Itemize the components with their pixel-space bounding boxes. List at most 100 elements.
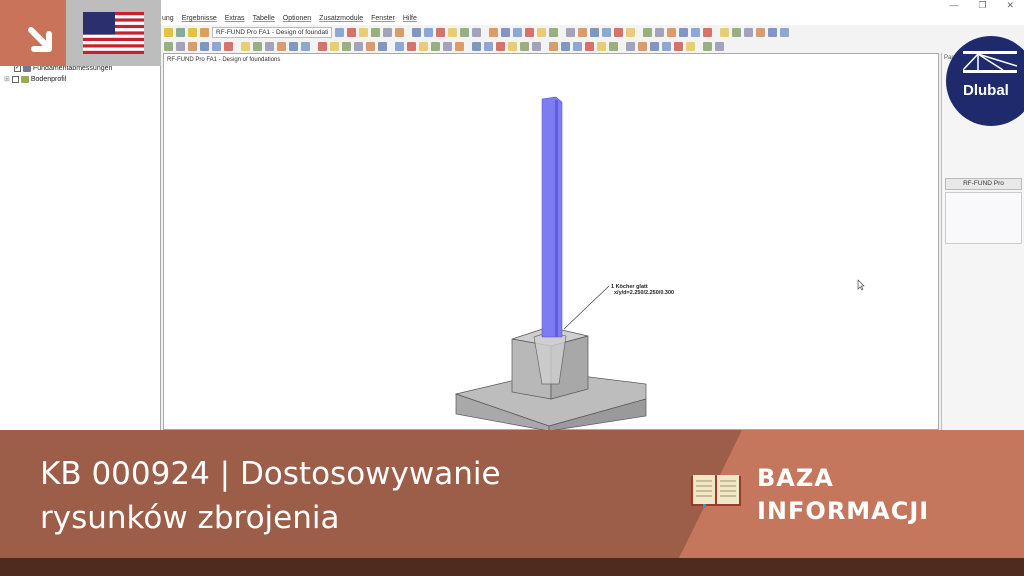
toolbar-icon[interactable] [626, 41, 635, 51]
toolbar-icon[interactable] [561, 41, 570, 51]
toolbar-icon[interactable] [513, 27, 522, 37]
toolbar-icon[interactable] [508, 41, 517, 51]
toolbar-icon[interactable] [691, 27, 700, 37]
toolbar-icon[interactable] [602, 27, 611, 37]
menu-item[interactable]: Fenster [371, 15, 395, 22]
toolbar-icon[interactable] [224, 41, 233, 51]
toolbar-icon[interactable] [662, 41, 671, 51]
load-case-select[interactable]: RF-FUND Pro FA1 - Design of foundati [212, 26, 332, 38]
toolbar-icon[interactable] [472, 41, 481, 51]
toolbar-icon[interactable] [354, 41, 363, 51]
toolbar-icon[interactable] [164, 41, 173, 51]
toolbar-icon[interactable] [638, 41, 647, 51]
toolbar-icon[interactable] [590, 27, 599, 37]
toolbar-icon[interactable] [455, 41, 464, 51]
toolbar-icon[interactable] [200, 41, 209, 51]
toolbar-icon[interactable] [176, 27, 185, 37]
toolbar-icon[interactable] [585, 41, 594, 51]
toolbar-icon[interactable] [715, 41, 724, 51]
toolbar-icon[interactable] [626, 27, 635, 37]
toolbar-icon[interactable] [566, 27, 575, 37]
toolbar-icon[interactable] [241, 41, 250, 51]
toolbar-icon[interactable] [686, 41, 695, 51]
toolbar-icon[interactable] [614, 27, 623, 37]
toolbar-icon[interactable] [330, 41, 339, 51]
tree-item-fundamentabmessungen[interactable]: ✓ Fundamentabmessungen [14, 65, 112, 72]
toolbar-icon[interactable] [756, 27, 765, 37]
toolbar-icon[interactable] [448, 27, 457, 37]
toolbar-icon[interactable] [407, 41, 416, 51]
toolbar-icon[interactable] [532, 41, 541, 51]
menu-item[interactable]: Extras [225, 15, 245, 22]
toolbar-icon[interactable] [431, 41, 440, 51]
toolbar-icon[interactable] [720, 27, 729, 37]
toolbar-icon[interactable] [383, 27, 392, 37]
toolbar-icon[interactable] [371, 27, 380, 37]
toolbar-icon[interactable] [412, 27, 421, 37]
toolbar-icon[interactable] [342, 41, 351, 51]
toolbar-icon[interactable] [419, 41, 428, 51]
toolbar-icon[interactable] [347, 27, 356, 37]
toolbar-icon[interactable] [335, 27, 344, 37]
toolbar-icon[interactable] [289, 41, 298, 51]
toolbar-icon[interactable] [176, 41, 185, 51]
toolbar-icon[interactable] [460, 27, 469, 37]
toolbar-icon[interactable] [674, 41, 683, 51]
toolbar-icon[interactable] [301, 41, 310, 51]
toolbar-icon[interactable] [188, 27, 197, 37]
toolbar-icon[interactable] [472, 27, 481, 37]
toolbar-icon[interactable] [768, 27, 777, 37]
toolbar-icon[interactable] [667, 27, 676, 37]
us-flag-icon[interactable] [83, 12, 144, 54]
toolbar-icon[interactable] [265, 41, 274, 51]
toolbar-icon[interactable] [359, 27, 368, 37]
toolbar-icon[interactable] [496, 41, 505, 51]
tree-item-bodenprofil[interactable]: ⊞ Bodenprofil [4, 75, 66, 83]
menu-item[interactable]: Hilfe [403, 15, 417, 22]
toolbar-icon[interactable] [212, 41, 221, 51]
toolbar-icon[interactable] [366, 41, 375, 51]
toolbar-icon[interactable] [578, 27, 587, 37]
toolbar-icon[interactable] [436, 27, 445, 37]
minimize-button[interactable]: — [949, 0, 958, 11]
menu-item[interactable]: Ergebnisse [182, 15, 217, 22]
menu-item[interactable]: Optionen [283, 15, 311, 22]
toolbar-icon[interactable] [520, 41, 529, 51]
toolbar-icon[interactable] [597, 41, 606, 51]
toolbar-icon[interactable] [744, 27, 753, 37]
checkbox[interactable]: ✓ [14, 65, 21, 72]
maximize-button[interactable]: ❐ [978, 0, 986, 11]
toolbar-icon[interactable] [609, 41, 618, 51]
toolbar-icon[interactable] [703, 41, 712, 51]
toolbar-icon[interactable] [650, 41, 659, 51]
toolbar-icon[interactable] [188, 41, 197, 51]
toolbar-icon[interactable] [489, 27, 498, 37]
menu-item[interactable]: ung [162, 15, 174, 22]
toolbar-icon[interactable] [200, 27, 209, 37]
toolbar-icon[interactable] [395, 41, 404, 51]
menu-item[interactable]: Zusatzmodule [319, 15, 363, 22]
toolbar-icon[interactable] [501, 27, 510, 37]
toolbar-icon[interactable] [703, 27, 712, 37]
3d-viewport[interactable]: RF-FUND Pro FA1 - Design of foundations … [163, 53, 939, 431]
toolbar-icon[interactable] [655, 27, 664, 37]
toolbar-icon[interactable] [549, 41, 558, 51]
toolbar-icon[interactable] [732, 27, 741, 37]
expand-icon[interactable]: ⊞ [4, 75, 10, 83]
toolbar-icon[interactable] [549, 27, 558, 37]
toolbar-icon[interactable] [424, 27, 433, 37]
toolbar-icon[interactable] [395, 27, 404, 37]
toolbar-icon[interactable] [643, 27, 652, 37]
close-button[interactable]: ✕ [1006, 0, 1014, 11]
toolbar-icon[interactable] [484, 41, 493, 51]
toolbar-icon[interactable] [164, 27, 173, 37]
toolbar-icon[interactable] [253, 41, 262, 51]
menu-item[interactable]: Tabelle [253, 15, 275, 22]
checkbox[interactable] [11, 75, 19, 83]
rf-fund-pro-button[interactable]: RF-FUND Pro [945, 178, 1022, 190]
toolbar-icon[interactable] [378, 41, 387, 51]
toolbar-icon[interactable] [537, 27, 546, 37]
toolbar-icon[interactable] [277, 41, 286, 51]
toolbar-icon[interactable] [318, 41, 327, 51]
toolbar-icon[interactable] [780, 27, 789, 37]
